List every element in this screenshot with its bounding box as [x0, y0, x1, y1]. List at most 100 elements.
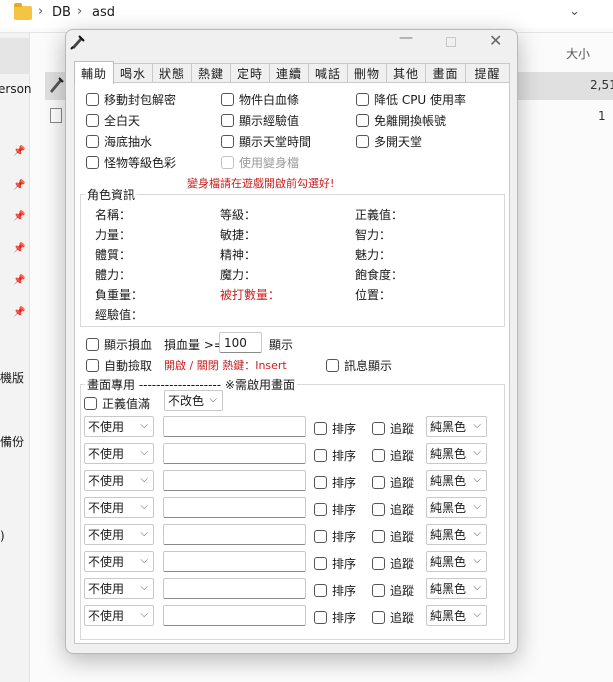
row-text-input[interactable] [163, 578, 306, 599]
checkbox-box[interactable] [86, 338, 99, 351]
row-color-select[interactable]: 純黑色 ⌵ [426, 443, 487, 464]
chevron-down-icon[interactable]: ⌄ [569, 4, 580, 19]
checkbox-box[interactable] [86, 359, 99, 372]
nav-item-label[interactable]: ) [0, 529, 5, 543]
checkbox-box[interactable] [356, 93, 369, 106]
row-mode-select[interactable]: 不使用 ⌵ [84, 470, 154, 491]
checkbox-box[interactable] [314, 503, 327, 516]
checkbox-multi-open[interactable]: 多開天堂 [356, 133, 422, 150]
row-mode-select[interactable]: 不使用 ⌵ [84, 551, 154, 572]
tab-status[interactable]: 狀態 [152, 63, 192, 83]
tab-delete-item[interactable]: 刪物 [347, 63, 387, 83]
row-color-select[interactable]: 純黑色 ⌵ [426, 578, 487, 599]
checkbox-row-sort[interactable]: 排序 [314, 555, 356, 572]
checkbox-row-sort[interactable]: 排序 [314, 447, 356, 464]
checkbox-row-track[interactable]: 追蹤 [372, 447, 414, 464]
row-mode-select[interactable]: 不使用 ⌵ [84, 443, 154, 464]
checkbox-row-track[interactable]: 追蹤 [372, 582, 414, 599]
breadcrumb-db[interactable]: DB [52, 5, 71, 20]
checkbox-row-sort[interactable]: 排序 [314, 582, 356, 599]
checkbox-box[interactable] [314, 422, 327, 435]
checkbox-underwater-drink[interactable]: 海底抽水 [86, 133, 152, 150]
row-text-input[interactable] [163, 551, 306, 572]
row-color-select[interactable]: 純黑色 ⌵ [426, 524, 487, 545]
checkbox-message-display[interactable]: 訊息顯示 [326, 357, 392, 374]
row-text-input[interactable] [163, 416, 306, 437]
checkbox-justice-full[interactable]: 正義值滿 [84, 395, 150, 412]
checkbox-show-exp[interactable]: 顯示經驗值 [221, 112, 299, 129]
nav-selected-item[interactable] [0, 38, 30, 74]
row-color-select[interactable]: 純黑色 ⌵ [426, 416, 487, 437]
checkbox-switch-account[interactable]: 免離開換帳號 [356, 112, 446, 129]
tab-screen[interactable]: 畫面 [425, 63, 466, 83]
checkbox-box[interactable] [221, 114, 234, 127]
checkbox-row-track[interactable]: 追蹤 [372, 609, 414, 626]
tab-remind[interactable]: 提醒 [465, 63, 510, 83]
checkbox-row-sort[interactable]: 排序 [314, 609, 356, 626]
checkbox-box[interactable] [372, 422, 385, 435]
checkbox-box[interactable] [356, 135, 369, 148]
row-text-input[interactable] [163, 524, 306, 545]
checkbox-show-damage[interactable]: 顯示損血 [86, 336, 152, 353]
checkbox-low-cpu[interactable]: 降低 CPU 使用率 [356, 91, 466, 108]
tab-drink[interactable]: 喝水 [113, 63, 153, 83]
tab-hotkey[interactable]: 熱鍵 [191, 63, 231, 83]
checkbox-box[interactable] [372, 476, 385, 489]
row-text-input[interactable] [163, 497, 306, 518]
justice-color-select[interactable]: 不改色 ⌵ [164, 390, 223, 411]
row-text-input[interactable] [163, 443, 306, 464]
checkbox-monster-level-color[interactable]: 怪物等級色彩 [86, 154, 176, 171]
checkbox-row-sort[interactable]: 排序 [314, 501, 356, 518]
checkbox-box[interactable] [314, 476, 327, 489]
minimize-icon[interactable]: — [399, 30, 413, 46]
checkbox-box[interactable] [314, 449, 327, 462]
checkbox-box[interactable] [372, 503, 385, 516]
column-header-size[interactable]: 大小 [566, 45, 590, 62]
row-color-select[interactable]: 純黑色 ⌵ [426, 470, 487, 491]
nav-item-label[interactable]: erson [0, 82, 32, 96]
checkbox-row-track[interactable]: 追蹤 [372, 474, 414, 491]
checkbox-row-sort[interactable]: 排序 [314, 528, 356, 545]
tab-timer[interactable]: 定時 [230, 63, 270, 83]
row-color-select[interactable]: 純黑色 ⌵ [426, 551, 487, 572]
checkbox-full-daylight[interactable]: 全白天 [86, 112, 140, 129]
checkbox-box[interactable] [326, 359, 339, 372]
checkbox-box[interactable] [372, 557, 385, 570]
checkbox-row-sort[interactable]: 排序 [314, 474, 356, 491]
nav-item-label[interactable]: 備份 [0, 433, 24, 450]
checkbox-box[interactable] [86, 135, 99, 148]
address-bar[interactable]: › DB › asd ⌄ [0, 0, 613, 28]
row-color-select[interactable]: 純黑色 ⌵ [426, 605, 487, 626]
row-text-input[interactable] [163, 470, 306, 491]
checkbox-object-white-hp[interactable]: 物件白血條 [221, 91, 299, 108]
checkbox-row-track[interactable]: 追蹤 [372, 420, 414, 437]
row-color-select[interactable]: 純黑色 ⌵ [426, 497, 487, 518]
damage-threshold-input[interactable]: 100 [219, 332, 262, 353]
checkbox-box[interactable] [86, 114, 99, 127]
row-text-input[interactable] [163, 605, 306, 626]
checkbox-box[interactable] [314, 611, 327, 624]
checkbox-box[interactable] [84, 397, 97, 410]
checkbox-row-track[interactable]: 追蹤 [372, 501, 414, 518]
row-mode-select[interactable]: 不使用 ⌵ [84, 497, 154, 518]
checkbox-box[interactable] [372, 449, 385, 462]
checkbox-box[interactable] [372, 611, 385, 624]
checkbox-box[interactable] [372, 584, 385, 597]
tab-continuous[interactable]: 連續 [269, 63, 309, 83]
close-icon[interactable]: ✕ [489, 31, 502, 50]
checkbox-box[interactable] [372, 530, 385, 543]
checkbox-box[interactable] [314, 557, 327, 570]
row-mode-select[interactable]: 不使用 ⌵ [84, 416, 154, 437]
checkbox-row-track[interactable]: 追蹤 [372, 555, 414, 572]
checkbox-row-track[interactable]: 追蹤 [372, 528, 414, 545]
breadcrumb-asd[interactable]: asd [92, 5, 115, 20]
checkbox-auto-pickup[interactable]: 自動撿取 [86, 357, 152, 374]
tab-assist[interactable]: 輔助 [74, 61, 114, 84]
checkbox-box[interactable] [314, 530, 327, 543]
checkbox-box[interactable] [356, 114, 369, 127]
row-mode-select[interactable]: 不使用 ⌵ [84, 524, 154, 545]
checkbox-box[interactable] [221, 135, 234, 148]
checkbox-box[interactable] [86, 93, 99, 106]
row-mode-select[interactable]: 不使用 ⌵ [84, 578, 154, 599]
checkbox-box[interactable] [221, 93, 234, 106]
